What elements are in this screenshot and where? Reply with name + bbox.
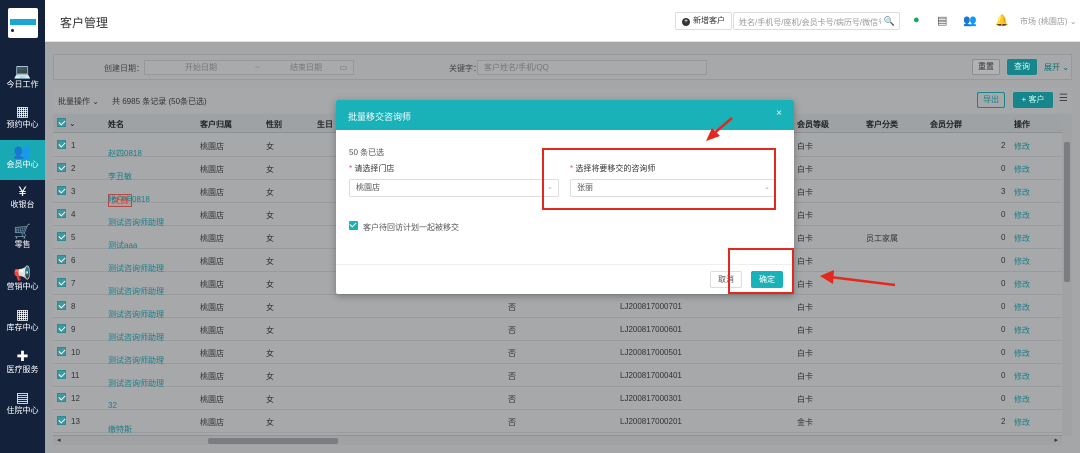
annotation-arrows [706, 117, 896, 287]
